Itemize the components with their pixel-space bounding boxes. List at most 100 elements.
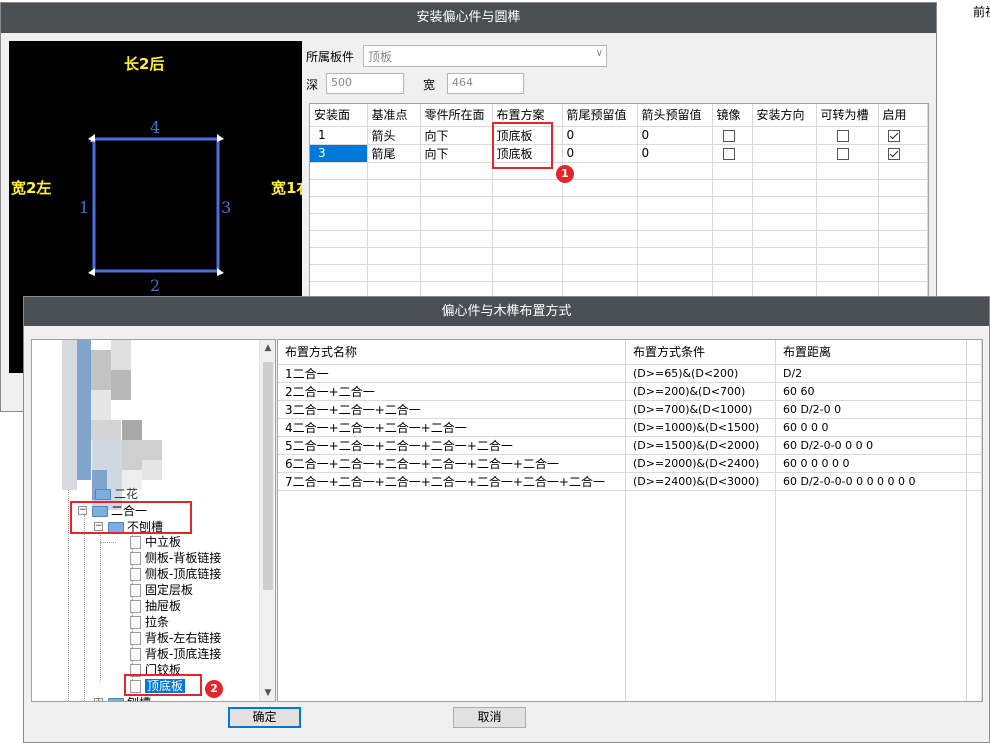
background-tab-fragment[interactable]: 前视 bbox=[965, 0, 990, 20]
col-header[interactable]: 布置方式条件 bbox=[625, 340, 776, 365]
cell-name[interactable]: 4二合一+二合一+二合一+二合一 bbox=[278, 418, 626, 437]
tree-leaf[interactable]: 侧板-背板链接 bbox=[130, 550, 221, 566]
col-header[interactable]: 启用 bbox=[878, 104, 928, 127]
col-header[interactable]: 安装方向 bbox=[752, 104, 817, 127]
cell-distance[interactable]: 60 0 0 0 0 0 bbox=[775, 454, 967, 473]
cell-condition[interactable]: (D>=1000)&(D<1500) bbox=[625, 418, 776, 437]
cell-condition[interactable]: (D>=1500)&(D<2000) bbox=[625, 436, 776, 455]
expand-icon[interactable]: + bbox=[94, 698, 103, 701]
cell-head[interactable]: 0 bbox=[637, 144, 713, 163]
board-select[interactable]: 顶板 ∨ bbox=[363, 45, 607, 67]
cell-distance[interactable]: 60 D/2-0 0 bbox=[775, 400, 967, 419]
cell-distance[interactable]: 60 60 bbox=[775, 382, 967, 401]
tree-leaf[interactable]: 侧板-顶底链接 bbox=[130, 566, 221, 582]
edge-number-top: 4 bbox=[150, 118, 160, 137]
folder-icon bbox=[108, 698, 124, 701]
tree-leaf[interactable]: 抽屉板 bbox=[130, 598, 181, 614]
cell-mirror[interactable] bbox=[712, 144, 753, 163]
cell-enabled[interactable] bbox=[878, 126, 928, 145]
tree-node-partial[interactable]: 二花 bbox=[95, 486, 138, 502]
cell-mirror[interactable] bbox=[712, 126, 753, 145]
col-header[interactable]: 安装面 bbox=[310, 104, 368, 127]
depth-field[interactable]: 500 bbox=[326, 73, 404, 94]
enabled-checkbox[interactable] bbox=[887, 147, 900, 160]
col-header[interactable]: 箭头预留值 bbox=[637, 104, 713, 127]
slot-checkbox[interactable] bbox=[836, 147, 849, 160]
tree-scrollbar[interactable]: ▲ ▼ bbox=[259, 340, 275, 701]
cell-condition[interactable]: (D>=2000)&(D<2400) bbox=[625, 454, 776, 473]
cell-name[interactable]: 3二合一+二合一+二合一 bbox=[278, 400, 626, 419]
cell-name[interactable]: 1二合一 bbox=[278, 364, 626, 383]
cell-ref[interactable]: 箭尾 bbox=[367, 144, 421, 163]
cell-distance[interactable]: 60 D/2-0-0-0 0 0 0 0 0 0 bbox=[775, 472, 967, 491]
table-row[interactable]: 3二合一+二合一+二合一 (D>=700)&(D<1000) 60 D/2-0 0 bbox=[278, 400, 982, 419]
mirror-checkbox[interactable] bbox=[722, 129, 735, 142]
col-header[interactable]: 零件所在面 bbox=[420, 104, 493, 127]
cell-name[interactable]: 6二合一+二合一+二合一+二合一+二合一+二合一 bbox=[278, 454, 626, 473]
cell-condition[interactable]: (D>=65)&(D<200) bbox=[625, 364, 776, 383]
col-header[interactable]: 布置方式名称 bbox=[278, 340, 626, 365]
cell-side[interactable]: 向下 bbox=[420, 144, 493, 163]
col-header[interactable]: 基准点 bbox=[367, 104, 421, 127]
cell-name[interactable]: 7二合一+二合一+二合一+二合一+二合一+二合一+二合一 bbox=[278, 472, 626, 491]
document-icon bbox=[130, 648, 141, 661]
table-row[interactable]: 4二合一+二合一+二合一+二合一 (D>=1000)&(D<1500) 60 0 0… bbox=[278, 418, 982, 437]
enabled-checkbox[interactable] bbox=[887, 129, 900, 142]
cell-face[interactable]: 3 bbox=[310, 144, 368, 163]
col-header[interactable]: 箭尾预留值 bbox=[562, 104, 638, 127]
cell-enabled[interactable] bbox=[878, 144, 928, 163]
obscured-region bbox=[91, 350, 111, 390]
table-row[interactable]: 7二合一+二合一+二合一+二合一+二合一+二合一+二合一 (D>=2400)&(D… bbox=[278, 472, 982, 491]
cell-name[interactable]: 5二合一+二合一+二合一+二合一+二合一 bbox=[278, 436, 626, 455]
table-row bbox=[310, 213, 928, 231]
tree-node-collapsed[interactable]: + 刨槽 bbox=[94, 695, 151, 701]
cell-distance[interactable]: D/2 bbox=[775, 364, 967, 383]
tree-leaf[interactable]: 背板-左右链接 bbox=[130, 630, 221, 646]
col-header[interactable]: 可转为槽 bbox=[816, 104, 879, 127]
scroll-down-icon[interactable]: ▼ bbox=[260, 685, 275, 701]
table-row[interactable]: 3 箭尾 向下 顶底板 0 0 bbox=[310, 144, 928, 163]
cancel-button[interactable]: 取消 bbox=[453, 707, 526, 728]
cell-ref[interactable]: 箭头 bbox=[367, 126, 421, 145]
scroll-up-icon[interactable]: ▲ bbox=[260, 340, 275, 356]
table-row[interactable]: 5二合一+二合一+二合一+二合一+二合一 (D>=1500)&(D<2000) 60… bbox=[278, 436, 982, 455]
obscured-region bbox=[77, 340, 91, 480]
layout-method-grid[interactable]: 布置方式名称 布置方式条件 布置距离 1二合一 (D>=65)&(D<200) D/… bbox=[277, 339, 983, 702]
depth-label: 深 bbox=[306, 78, 319, 92]
table-row[interactable]: 6二合一+二合一+二合一+二合一+二合一+二合一 (D>=2000)&(D<240… bbox=[278, 454, 982, 473]
tree-leaf[interactable]: 背板-顶底连接 bbox=[130, 646, 221, 662]
cell-name[interactable]: 2二合一+二合一 bbox=[278, 382, 626, 401]
cell-direction[interactable] bbox=[752, 126, 817, 145]
ok-button[interactable]: 确定 bbox=[228, 707, 301, 728]
cell-slot[interactable] bbox=[816, 126, 879, 145]
table-row[interactable]: 1 箭头 向下 顶底板 0 0 bbox=[310, 126, 928, 145]
cell-distance[interactable]: 60 0 0 0 bbox=[775, 418, 967, 437]
col-header[interactable]: 布置距离 bbox=[775, 340, 967, 365]
table-row[interactable]: 1二合一 (D>=65)&(D<200) D/2 bbox=[278, 364, 982, 383]
dialog-title: 偏心件与木榫布置方式 bbox=[24, 297, 989, 326]
cell-condition[interactable]: (D>=700)&(D<1000) bbox=[625, 400, 776, 419]
cell-side[interactable]: 向下 bbox=[420, 126, 493, 145]
table-row bbox=[310, 230, 928, 248]
cell-head[interactable]: 0 bbox=[637, 126, 713, 145]
table-row[interactable]: 2二合一+二合一 (D>=200)&(D<700) 60 60 bbox=[278, 382, 982, 401]
col-header[interactable]: 镜像 bbox=[712, 104, 753, 127]
tree-leaf[interactable]: 拉条 bbox=[130, 614, 169, 630]
cell-tail[interactable]: 0 bbox=[562, 144, 638, 163]
dialog-title: 安装偏心件与圆榫 bbox=[1, 3, 936, 33]
mirror-checkbox[interactable] bbox=[722, 147, 735, 160]
width-field[interactable]: 464 bbox=[447, 73, 524, 94]
tree-leaf[interactable]: 中立板 bbox=[130, 534, 181, 550]
cell-slot[interactable] bbox=[816, 144, 879, 163]
cell-tail[interactable]: 0 bbox=[562, 126, 638, 145]
table-row bbox=[310, 196, 928, 214]
cell-direction[interactable] bbox=[752, 144, 817, 163]
tree-leaf[interactable]: 固定层板 bbox=[130, 582, 193, 598]
slot-checkbox[interactable] bbox=[836, 129, 849, 142]
cell-condition[interactable]: (D>=200)&(D<700) bbox=[625, 382, 776, 401]
cell-face[interactable]: 1 bbox=[310, 126, 368, 145]
preview-left-label: 宽2左 bbox=[10, 179, 51, 197]
scroll-thumb[interactable] bbox=[263, 362, 273, 590]
cell-condition[interactable]: (D>=2400)&(D<3000) bbox=[625, 472, 776, 491]
cell-distance[interactable]: 60 D/2-0-0 0 0 0 bbox=[775, 436, 967, 455]
